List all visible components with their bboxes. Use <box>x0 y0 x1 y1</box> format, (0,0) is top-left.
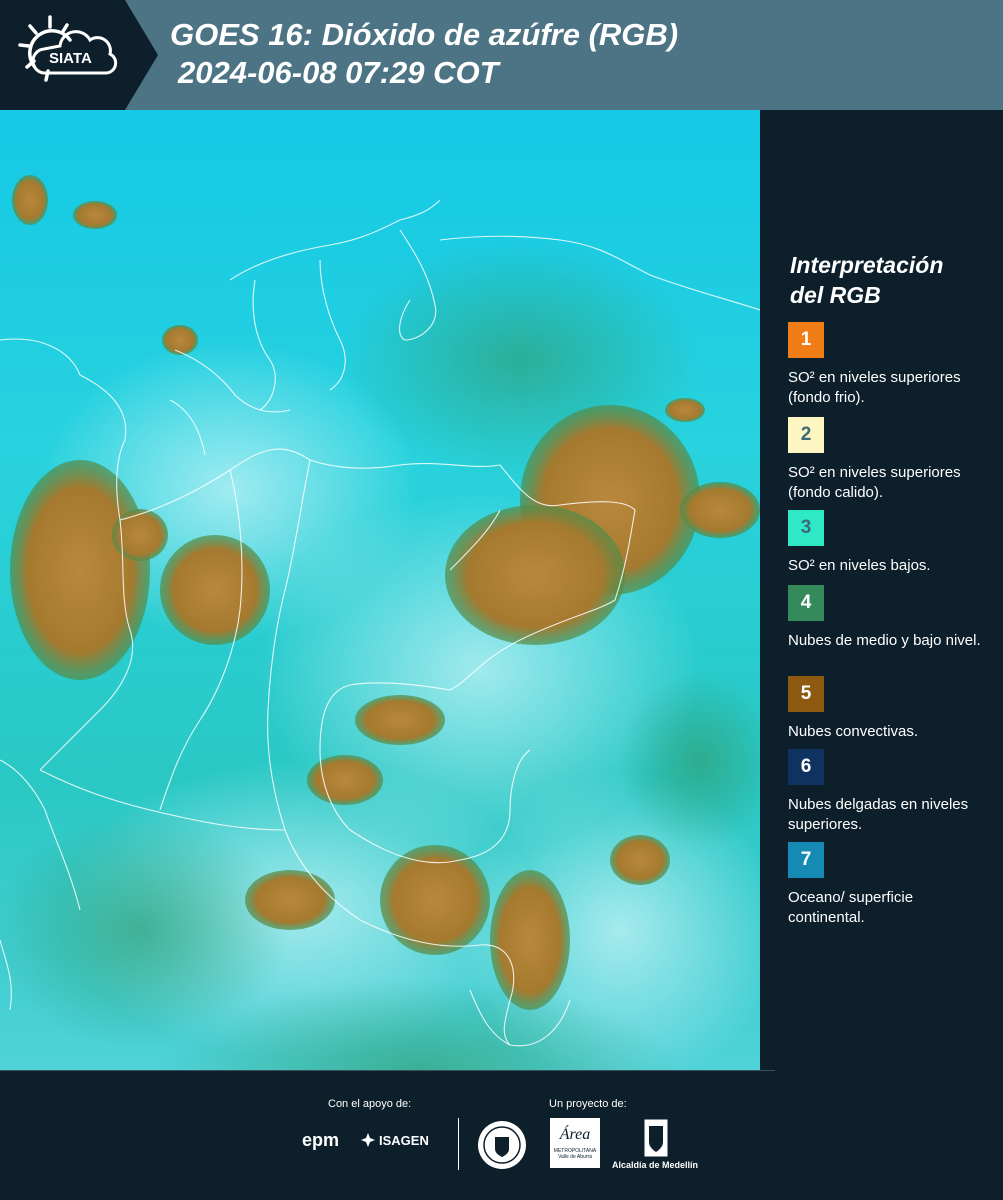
legend-swatch-7: 7 <box>788 842 824 878</box>
legend-text-4: Nubes de medio y bajo nivel. <box>788 632 981 649</box>
legend-swatch-4: 4 <box>788 585 824 621</box>
legend-text-1: SO² en niveles superiores (fondo frio). <box>788 369 961 406</box>
siata-logo: SIATA <box>0 0 158 110</box>
footer: Con el apoyo de: Un proyecto de: epm ISA… <box>0 1070 1003 1200</box>
project-label: Un proyecto de: <box>549 1098 627 1110</box>
legend-title-line-2: del RGB <box>790 282 881 308</box>
footer-divider-line <box>0 1070 775 1071</box>
area-logo-sub2: Valle de Aburrá <box>558 1154 592 1160</box>
legend-item-7: 7 Oceano/ superficie continental. <box>788 842 993 926</box>
legend-title: Interpretación del RGB <box>790 250 990 310</box>
header-bar: SIATA GOES 16: Dióxido de azúfre (RGB) 2… <box>0 0 1003 110</box>
isagen-logo-text: ISAGEN <box>379 1132 429 1148</box>
footer-vertical-divider <box>458 1118 459 1170</box>
area-logo-name: Área <box>559 1126 591 1143</box>
legend-swatch-3: 3 <box>788 510 824 546</box>
isagen-icon <box>361 1133 375 1147</box>
legend-swatch-5: 5 <box>788 676 824 712</box>
legend-item-6: 6 Nubes delgadas en niveles superiores. <box>788 749 993 833</box>
title-line-1: GOES 16: Dióxido de azúfre (RGB) <box>170 17 679 52</box>
epm-logo: epm <box>302 1130 340 1150</box>
area-metropolitana-logo: Área METROPOLITANA Valle de Aburrá <box>550 1118 600 1168</box>
legend-title-line-1: Interpretación <box>790 252 944 278</box>
legend-text-6: Nubes delgadas en niveles superiores. <box>788 796 969 833</box>
legend-swatch-6: 6 <box>788 749 824 785</box>
medellin-seal-logo <box>478 1121 526 1169</box>
support-label: Con el apoyo de: <box>328 1098 412 1110</box>
alcaldia-shield-icon <box>643 1118 669 1158</box>
page-title: GOES 16: Dióxido de azúfre (RGB) 2024-06… <box>170 16 678 92</box>
legend-item-5: 5 Nubes convectivas. <box>788 676 993 760</box>
legend-text-2: SO² en niveles superiores (fondo calido)… <box>788 464 961 501</box>
alcaldia-logo-text: Alcaldía de Medellín <box>612 1160 699 1170</box>
logo-text: SIATA <box>49 50 92 67</box>
isagen-logo: ISAGEN <box>360 1132 429 1148</box>
legend-text-7: Oceano/ superficie continental. <box>788 889 914 926</box>
legend-panel: Interpretación del RGB 1 SO² en niveles … <box>760 110 1003 1070</box>
legend-item-4: 4 Nubes de medio y bajo nivel. <box>788 585 993 669</box>
legend-item-3: 3 SO² en niveles bajos. <box>788 510 993 594</box>
title-line-2: 2024-06-08 07:29 COT <box>178 55 499 90</box>
legend-swatch-1: 1 <box>788 322 824 358</box>
legend-item-2: 2 SO² en niveles superiores (fondo calid… <box>788 417 993 501</box>
legend-swatch-2: 2 <box>788 417 824 453</box>
satellite-image-map <box>0 110 760 1070</box>
legend-item-1: 1 SO² en niveles superiores (fondo frio)… <box>788 322 993 406</box>
